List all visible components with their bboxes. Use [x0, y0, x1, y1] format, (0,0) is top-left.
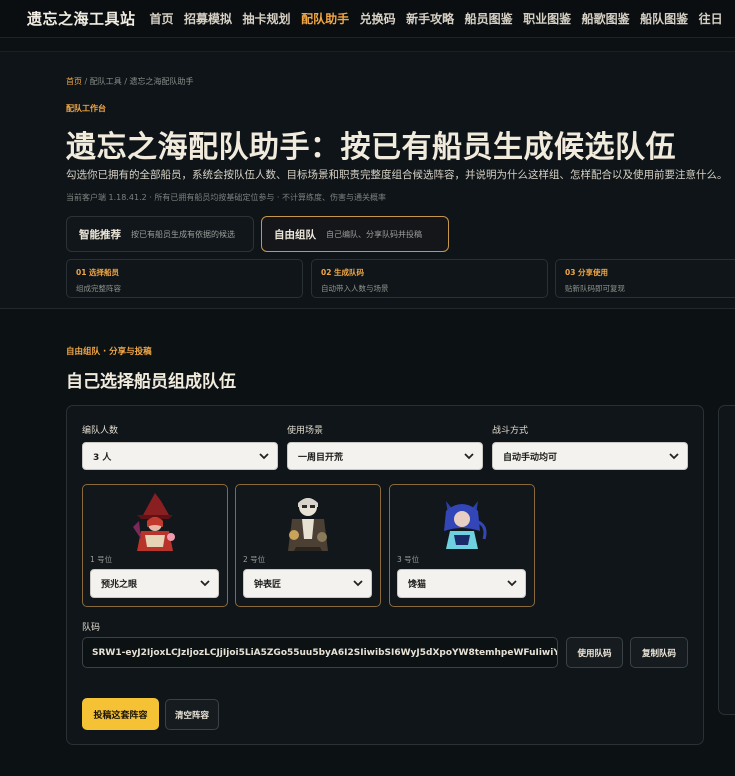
- nav-link-redeem-code[interactable]: 兑换码: [360, 10, 396, 27]
- step-desc: 组成完整阵容: [76, 284, 121, 293]
- team-slot-2: 2 号位 钟表匠: [235, 484, 381, 607]
- step-desc: 自动带入人数与场景: [321, 284, 389, 293]
- slot-member-name: 预兆之眼: [101, 580, 138, 590]
- page-description: 勾选你已拥有的全部船员，系统会按队伍人数、目标场景和职责完整度组合候选阵容，并说…: [66, 169, 728, 181]
- breadcrumb-home[interactable]: 首页: [66, 77, 82, 86]
- battle-mode-select[interactable]: 自动手动均可: [492, 442, 688, 470]
- nav-link-team-helper[interactable]: 配队助手: [301, 10, 349, 27]
- team-code-input[interactable]: SRW1-eyJ2IjoxLCJzIjozLCJjIjoi5LiA5ZGo55u…: [82, 637, 558, 668]
- nav-link-song-codex[interactable]: 船歌图鉴: [582, 10, 630, 27]
- nav-link-beginner-guide[interactable]: 新手攻略: [406, 10, 454, 27]
- section-kicker: 自由组队 · 分享与投稿: [66, 347, 152, 357]
- slot-1-member-select[interactable]: 预兆之眼: [90, 569, 219, 598]
- copy-code-button[interactable]: 复制队码: [630, 637, 688, 668]
- chevron-down-icon: [259, 453, 269, 460]
- step-name: 01 选择船员: [76, 268, 120, 277]
- nav-link-fleet-codex[interactable]: 船队图鉴: [640, 10, 688, 27]
- scene-label: 使用场景: [287, 426, 324, 436]
- chevron-down-icon: [353, 580, 363, 587]
- site-brand[interactable]: 遗忘之海工具站: [27, 8, 136, 29]
- use-code-button[interactable]: 使用队码: [566, 637, 623, 668]
- scene-value: 一周目开荒: [298, 452, 344, 463]
- chevron-down-icon: [200, 580, 210, 587]
- mode-smart-recommend[interactable]: 智能推荐 按已有船员生成有依据的候选: [66, 216, 254, 252]
- team-code-label: 队码: [82, 623, 101, 633]
- submit-team-button[interactable]: 投稿这套阵容: [82, 698, 159, 730]
- section-title: 自己选择船员组成队伍: [66, 372, 236, 392]
- step-name: 03 分享使用: [565, 268, 609, 277]
- battle-mode-label: 战斗方式: [492, 426, 529, 436]
- nav-link-recruit-sim[interactable]: 招募模拟: [184, 10, 232, 27]
- nav-link-home[interactable]: 首页: [150, 10, 174, 27]
- clockmaker-portrait-icon: [288, 498, 328, 551]
- hero-section: 首页 / 配队工具 / 遗忘之海配队助手 配队工作台 遗忘之海配队助手：按已有船…: [0, 51, 735, 309]
- nav-link-class-codex[interactable]: 职业图鉴: [523, 10, 571, 27]
- chevron-down-icon: [669, 453, 679, 460]
- page-title: 遗忘之海配队助手：按已有船员生成候选队伍: [66, 130, 676, 165]
- slot-member-name: 钟表匠: [254, 580, 282, 590]
- scene-select[interactable]: 一周目开荒: [287, 442, 483, 470]
- mode-name: 自由组队: [274, 228, 316, 241]
- team-slot-3: 3 号位 馋猫: [389, 484, 535, 607]
- mode-name: 智能推荐: [79, 228, 121, 241]
- slot-3-member-select[interactable]: 馋猫: [397, 569, 526, 598]
- step-generate-code: 02 生成队码 自动带入人数与场景: [311, 259, 548, 298]
- team-slot-1: 1 号位 预兆之眼: [82, 484, 228, 607]
- mode-desc: 按已有船员生成有依据的候选: [131, 229, 235, 239]
- nav-link-past[interactable]: 往日: [699, 10, 723, 27]
- battle-mode-value: 自动手动均可: [503, 452, 558, 463]
- mode-desc: 自己编队、分享队码并投稿: [326, 229, 422, 239]
- breadcrumb-trail: / 配队工具 / 遗忘之海配队助手: [82, 77, 194, 86]
- team-builder-panel: 编队人数 3 人 使用场景 一周目开荒 战斗方式 自动手动均可 1 号位 预兆之…: [66, 405, 704, 745]
- step-select-crew: 01 选择船员 组成完整阵容: [66, 259, 303, 298]
- clear-team-button[interactable]: 清空阵容: [165, 699, 219, 730]
- catgirl-portrait-icon: [444, 501, 487, 549]
- witch-portrait-icon: [133, 493, 175, 551]
- version-meta: 当前客户端 1.18.41.2 · 所有已拥有船员均按基础定位参与 · 不计算练…: [66, 193, 386, 202]
- side-panel: [718, 405, 735, 715]
- chevron-down-icon: [507, 580, 517, 587]
- slot-position: 3 号位: [397, 555, 420, 564]
- mode-free-team[interactable]: 自由组队 自己编队、分享队码并投稿: [261, 216, 449, 252]
- slot-position: 2 号位: [243, 555, 266, 564]
- slot-member-name: 馋猫: [408, 580, 427, 590]
- team-size-select[interactable]: 3 人: [82, 442, 278, 470]
- nav-link-crew-codex[interactable]: 船员图鉴: [465, 10, 513, 27]
- team-size-label: 编队人数: [82, 426, 119, 436]
- slot-position: 1 号位: [90, 555, 113, 564]
- nav-link-gacha-plan[interactable]: 抽卡规划: [243, 10, 291, 27]
- step-desc: 贴新队码即可复现: [565, 284, 625, 293]
- breadcrumb: 首页 / 配队工具 / 遗忘之海配队助手: [66, 76, 194, 87]
- team-size-value: 3 人: [93, 452, 112, 463]
- hero-kicker: 配队工作台: [66, 104, 106, 113]
- top-navigation: 遗忘之海工具站 首页 招募模拟 抽卡规划 配队助手 兑换码 新手攻略 船员图鉴 …: [0, 0, 735, 38]
- step-share: 03 分享使用 贴新队码即可复现: [555, 259, 735, 298]
- chevron-down-icon: [464, 453, 474, 460]
- step-name: 02 生成队码: [321, 268, 365, 277]
- slot-2-member-select[interactable]: 钟表匠: [243, 569, 372, 598]
